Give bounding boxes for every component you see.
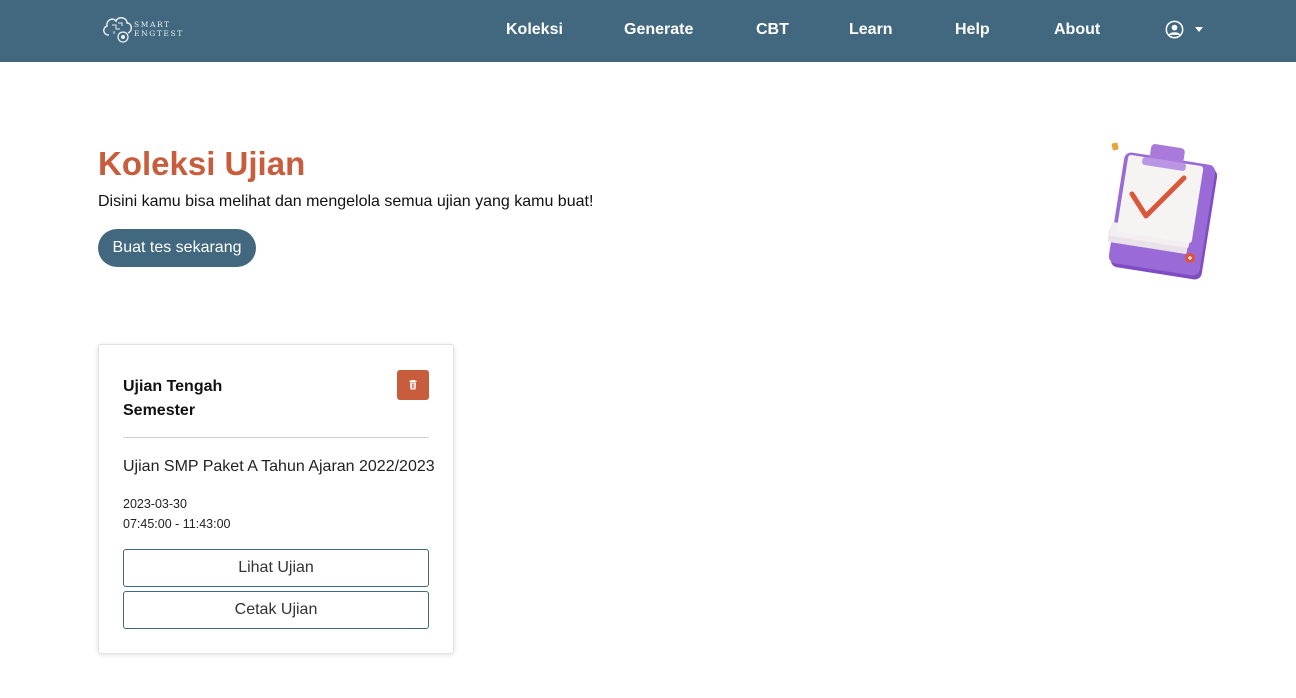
print-exam-button[interactable]: Cetak Ujian [123,591,429,629]
exam-title: Ujian Tengah Semester [123,378,223,419]
top-navbar: SMART ENGTEST Koleksi Generate CBT Learn… [0,0,1296,62]
nav-link-cbt[interactable]: CBT [756,20,789,40]
nav-link-generate[interactable]: Generate [624,20,693,40]
clipboard-check-illustration [1107,142,1218,280]
exam-description: Ujian SMP Paket A Tahun Ajaran 2022/2023 [123,458,435,475]
create-test-button[interactable]: Buat tes sekarang [98,229,256,267]
exam-date: 2023-03-30 [123,497,187,511]
brand-logo[interactable]: SMART ENGTEST [100,11,190,47]
brand-line-2: ENGTEST [134,29,184,38]
cloud-logo-icon [103,17,132,43]
user-menu-dropdown[interactable] [1165,19,1203,39]
brand-wordmark: SMART ENGTEST [134,20,184,38]
delete-exam-button[interactable] [397,370,429,400]
nav-link-koleksi[interactable]: Koleksi [506,20,563,40]
page-subtitle: Disini kamu bisa melihat dan mengelola s… [98,193,594,210]
user-circle-icon [1165,20,1184,38]
trash-icon [409,380,417,390]
nav-link-learn[interactable]: Learn [849,20,893,40]
view-exam-button[interactable]: Lihat Ujian [123,549,429,587]
page-title: Koleksi Ujian [98,145,306,182]
chevron-down-icon [1195,26,1203,32]
nav-link-about[interactable]: About [1054,20,1100,40]
exam-time: 07:45:00 - 11:43:00 [123,517,231,531]
brand-line-1: SMART [134,20,171,29]
card-divider [123,437,429,438]
nav-link-help[interactable]: Help [955,20,990,40]
exam-card: Ujian Tengah Semester Ujian SMP Paket A … [98,344,454,654]
